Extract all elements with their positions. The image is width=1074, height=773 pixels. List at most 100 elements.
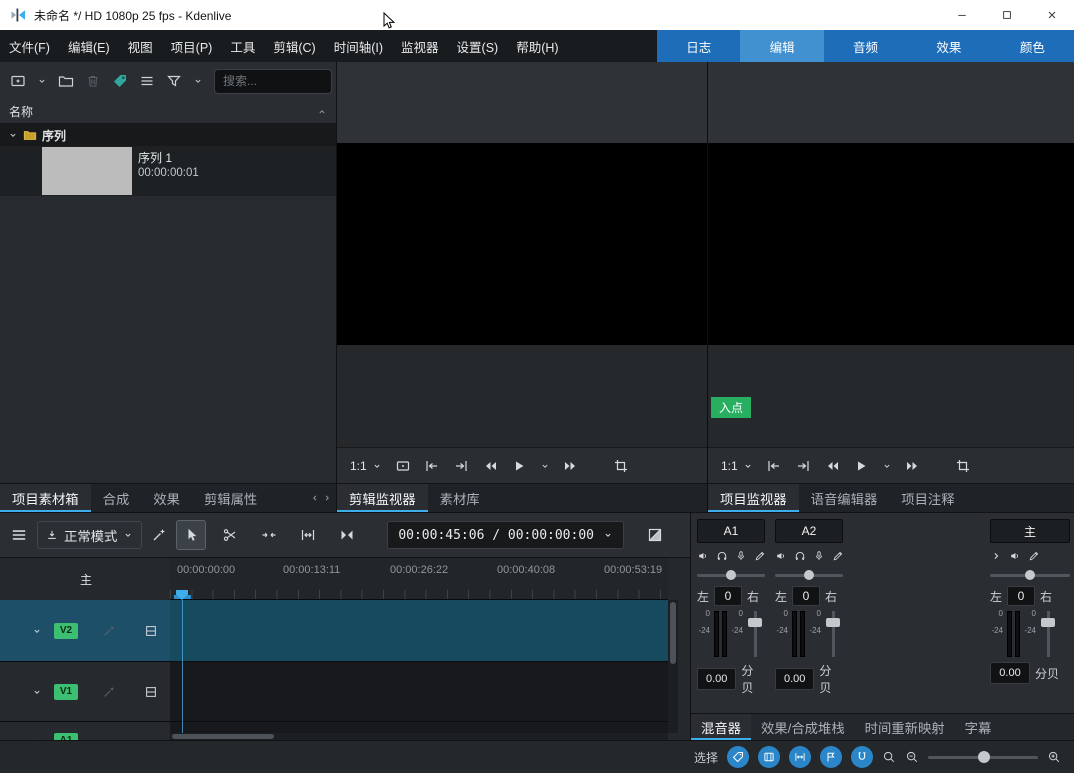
solo-button[interactable] — [716, 550, 728, 562]
project-monitor-zoom-select[interactable]: 1:1 — [721, 459, 753, 473]
delete-button[interactable] — [85, 73, 101, 89]
clip-monitor-zoom-select[interactable]: 1:1 — [350, 459, 382, 473]
menu-help[interactable]: 帮助(H) — [507, 30, 567, 62]
mute-button[interactable] — [697, 550, 709, 562]
forward-button[interactable] — [905, 458, 921, 474]
close-button[interactable] — [1029, 0, 1074, 30]
track-lane-v2[interactable] — [170, 600, 668, 661]
set-zone-out-button[interactable] — [795, 458, 811, 474]
volume-slider[interactable] — [747, 611, 763, 657]
tab-library[interactable]: 素材库 — [428, 484, 492, 512]
menu-project[interactable]: 项目(P) — [162, 30, 222, 62]
slider-knob[interactable] — [1041, 618, 1055, 627]
pan-slider[interactable] — [990, 569, 1070, 581]
compositing-button[interactable] — [151, 527, 167, 543]
razor-tool-button[interactable] — [215, 520, 245, 550]
set-zone-in-button[interactable] — [766, 458, 782, 474]
tab-speech-editor[interactable]: 语音编辑器 — [799, 484, 890, 512]
tab-project-notes[interactable]: 项目注释 — [889, 484, 966, 512]
markers-toggle-button[interactable] — [820, 746, 842, 768]
expand-chevron-icon[interactable] — [8, 130, 18, 140]
tag-button[interactable] — [112, 73, 128, 89]
slider-knob[interactable] — [748, 618, 762, 627]
bin-folder-row[interactable]: 序列 — [0, 124, 336, 146]
track-collapse-button[interactable] — [26, 686, 48, 698]
tab-effect-stack[interactable]: 效果/合成堆栈 — [751, 714, 855, 740]
timeline-horizontal-scrollbar[interactable] — [170, 733, 668, 740]
workspace-tab-editing[interactable]: 编辑 — [740, 30, 823, 62]
mute-button[interactable] — [1009, 550, 1021, 562]
track-collapse-button[interactable] — [26, 625, 48, 637]
zoom-out-button[interactable] — [905, 750, 919, 764]
timeline-vertical-scrollbar[interactable] — [668, 600, 678, 733]
tab-scroll-left-button[interactable] — [310, 493, 320, 503]
timeline-zoom-slider[interactable] — [928, 749, 1038, 765]
pan-slider[interactable] — [775, 569, 843, 581]
track-header-a1[interactable]: A1 — [0, 722, 170, 741]
slider-knob[interactable] — [1025, 570, 1035, 580]
track-effects-button[interactable] — [96, 684, 122, 700]
fit-zone-toggle-button[interactable] — [789, 746, 811, 768]
menu-monitor[interactable]: 监视器 — [392, 30, 448, 62]
track-lane-v1[interactable] — [170, 662, 668, 721]
record-button[interactable] — [735, 550, 747, 562]
maximize-button[interactable] — [984, 0, 1029, 30]
tab-subtitles[interactable]: 字幕 — [955, 714, 1002, 740]
mix-tool-button[interactable] — [332, 520, 362, 550]
track-target-badge[interactable]: V1 — [54, 684, 78, 700]
bin-name-column-header[interactable]: 名称 — [0, 100, 336, 124]
tab-effects[interactable]: 效果 — [141, 484, 192, 512]
add-clip-button[interactable] — [10, 73, 26, 89]
thumbnails-toggle-button[interactable] — [758, 746, 780, 768]
tab-scroll-right-button[interactable] — [322, 493, 332, 503]
slider-knob[interactable] — [726, 570, 736, 580]
track-thumbnails-button[interactable] — [138, 684, 164, 700]
filter-menu-button[interactable] — [193, 76, 203, 86]
zoom-in-button[interactable] — [1047, 750, 1061, 764]
menu-tools[interactable]: 工具 — [221, 30, 264, 62]
rewind-button[interactable] — [482, 458, 498, 474]
menu-file[interactable]: 文件(F) — [0, 30, 59, 62]
solo-button[interactable] — [794, 550, 806, 562]
spacer-tool-button[interactable] — [254, 520, 284, 550]
clip-thumbnail[interactable] — [42, 147, 132, 195]
scrollbar-handle[interactable] — [172, 734, 274, 739]
workspace-tab-log[interactable]: 日志 — [657, 30, 740, 62]
play-menu-button[interactable] — [882, 461, 892, 471]
track-header-v1[interactable]: V1 — [0, 662, 170, 721]
bin-clip-row[interactable]: 序列 1 00:00:00:01 — [0, 146, 336, 196]
play-menu-button[interactable] — [540, 461, 550, 471]
preview-split-button[interactable] — [647, 527, 663, 543]
tab-compositions[interactable]: 合成 — [91, 484, 142, 512]
minimize-button[interactable] — [939, 0, 984, 30]
slip-tool-button[interactable] — [293, 520, 323, 550]
menu-edit[interactable]: 编辑(E) — [59, 30, 119, 62]
db-spinbox[interactable]: 0.00 — [697, 668, 736, 690]
set-zone-in-button[interactable] — [424, 458, 440, 474]
tab-time-remap[interactable]: 时间重新映射 — [855, 714, 955, 740]
edit-mode-select[interactable]: 正常模式 — [37, 521, 142, 549]
track-thumbnails-button[interactable] — [138, 623, 164, 639]
workspace-tab-effects[interactable]: 效果 — [907, 30, 990, 62]
pan-slider[interactable] — [697, 569, 765, 581]
add-clip-menu-button[interactable] — [37, 76, 47, 86]
menu-settings[interactable]: 设置(S) — [448, 30, 508, 62]
forward-button[interactable] — [563, 458, 579, 474]
tab-clip-monitor[interactable]: 剪辑监视器 — [337, 484, 428, 512]
scrollbar-handle[interactable] — [670, 602, 676, 664]
record-button[interactable] — [813, 550, 825, 562]
insert-zone-button[interactable] — [395, 458, 411, 474]
create-folder-button[interactable] — [58, 73, 74, 89]
master-track-button[interactable]: 主 — [80, 571, 92, 588]
effects-button[interactable] — [754, 550, 766, 562]
volume-slider[interactable] — [1040, 611, 1056, 657]
play-button[interactable] — [853, 458, 869, 474]
timeline-ruler[interactable]: 00:00:00:00 00:00:13:11 00:00:26:22 00:0… — [170, 558, 668, 600]
slider-knob[interactable] — [804, 570, 814, 580]
balance-spinbox[interactable]: 0 — [792, 586, 820, 606]
balance-spinbox[interactable]: 0 — [714, 586, 742, 606]
track-effects-button[interactable] — [96, 623, 122, 639]
filter-button[interactable] — [166, 73, 182, 89]
tab-mixer[interactable]: 混音器 — [691, 714, 751, 740]
tab-clip-properties[interactable]: 剪辑属性 — [192, 484, 269, 512]
